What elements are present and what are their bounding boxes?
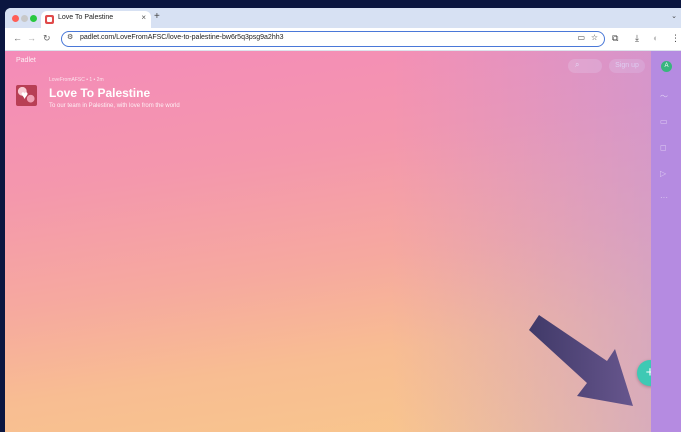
site-settings-icon[interactable]: ⚙: [67, 33, 73, 41]
sign-up-button[interactable]: Sign up: [609, 59, 645, 73]
padlet-favicon-icon: [45, 15, 54, 24]
profile-icon[interactable]: ◐: [653, 33, 658, 43]
user-avatar[interactable]: A: [661, 61, 672, 72]
tab-love-to-palestine[interactable]: Love To Palestine ×: [41, 11, 151, 28]
url-text: padlet.com/LoveFromAFSC/love-to-palestin…: [80, 34, 284, 41]
menu-icon[interactable]: ⋮: [671, 33, 680, 44]
tab-search-chevron-icon[interactable]: ⌄: [671, 12, 677, 20]
padlet-brand[interactable]: Padlet: [16, 57, 36, 64]
heart-icon: ♥: [21, 88, 29, 102]
browser-window: Love To Palestine × + ⌄ ← → ↻ ⚙ padlet.c…: [5, 8, 681, 432]
tab-strip: Love To Palestine × + ⌄: [5, 8, 681, 28]
pointer-arrow-icon: [529, 315, 633, 406]
new-tab-button[interactable]: +: [154, 11, 160, 22]
download-icon[interactable]: ⤓: [635, 33, 639, 44]
board-meta: LoveFromAFSC • 1 • 2m: [49, 77, 104, 83]
back-icon[interactable]: ←: [13, 33, 22, 43]
comment-icon[interactable]: ▭: [660, 117, 668, 126]
board-title: Love To Palestine: [49, 86, 151, 100]
tab-title: Love To Palestine: [58, 14, 114, 21]
minimize-window-button[interactable]: [21, 15, 28, 22]
tab-close-icon[interactable]: ×: [141, 13, 146, 22]
reload-icon[interactable]: ↻: [43, 33, 51, 44]
browser-toolbar: ← → ↻ ⚙ padlet.com/LoveFromAFSC/love-to-…: [5, 28, 681, 51]
close-window-button[interactable]: [12, 15, 19, 22]
extensions-icon[interactable]: ⧉: [612, 33, 618, 44]
play-icon[interactable]: ▷: [660, 169, 666, 178]
forward-icon[interactable]: →: [27, 33, 36, 43]
search-button[interactable]: ⌕: [568, 59, 602, 73]
board-avatar: ♥: [16, 85, 37, 106]
padlet-board: Padlet ♥ LoveFromAFSC • 1 • 2m Love To P…: [5, 51, 651, 432]
address-bar[interactable]: ⚙ padlet.com/LoveFromAFSC/love-to-palest…: [61, 31, 605, 47]
board-subtitle: To our team in Palestine, with love from…: [49, 103, 180, 109]
cast-icon[interactable]: ▭: [577, 33, 585, 42]
right-toolbar: A 〜 ▭ ◻ ▷ ···: [651, 51, 681, 432]
maximize-window-button[interactable]: [30, 15, 37, 22]
search-icon: ⌕: [575, 60, 580, 69]
activity-icon[interactable]: 〜: [660, 91, 668, 102]
notification-icon[interactable]: ◻: [660, 143, 667, 152]
more-icon[interactable]: ···: [660, 193, 668, 202]
star-icon[interactable]: ☆: [591, 33, 598, 42]
